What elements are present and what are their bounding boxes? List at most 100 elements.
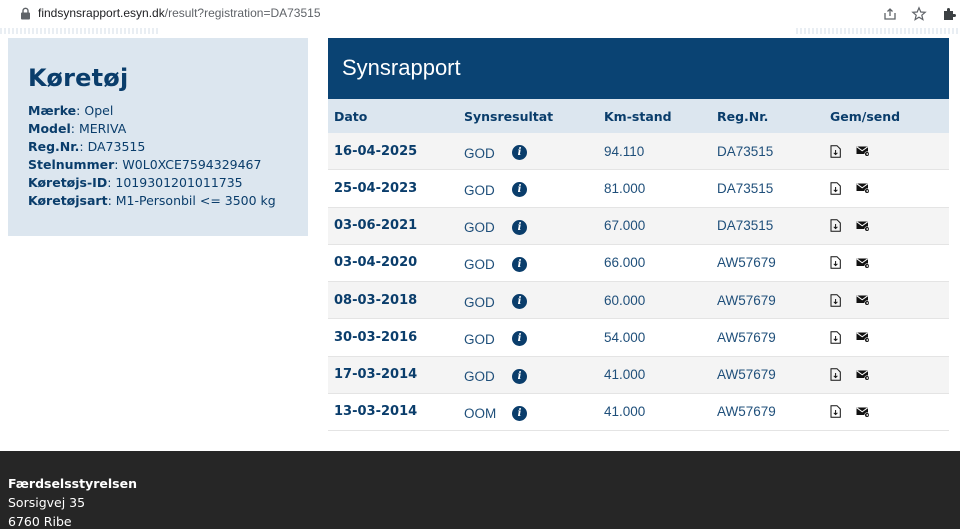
bookmark-star-icon[interactable]	[911, 6, 927, 22]
mail-send-icon[interactable]	[856, 294, 870, 306]
lock-icon	[21, 7, 30, 20]
vehicle-field-vin: Stelnummer: W0L0XCE7594329467	[28, 157, 262, 172]
table-row: 16-04-2025 GOD i 94.110 DA73515	[328, 133, 949, 171]
row-km: 66.000	[604, 255, 646, 271]
mail-send-icon[interactable]	[856, 406, 870, 418]
row-result: GOD	[464, 369, 495, 385]
row-reg: DA73515	[717, 143, 774, 159]
row-km: 67.000	[604, 218, 646, 234]
row-reg: AW57679	[717, 255, 776, 271]
table-row: 13-03-2014 OOM i 41.000 AW57679	[328, 393, 949, 431]
table-row: 03-06-2021 GOD i 67.000 DA73515	[328, 207, 949, 245]
mail-send-icon[interactable]	[856, 220, 870, 232]
report-title: Synsrapport	[328, 38, 949, 99]
decorative-hatch-left	[0, 28, 160, 34]
pdf-download-icon[interactable]	[830, 331, 841, 344]
footer-city: 6760 Ribe	[8, 514, 72, 529]
row-reg: AW57679	[717, 404, 776, 420]
row-result: GOD	[464, 294, 495, 310]
row-result-cell: GOD i	[464, 328, 604, 347]
row-actions	[830, 405, 949, 419]
pdf-download-icon[interactable]	[830, 182, 841, 195]
extensions-puzzle-icon[interactable]	[941, 6, 957, 22]
row-result: GOD	[464, 145, 495, 161]
row-km: 94.110	[604, 143, 645, 159]
mail-send-icon[interactable]	[856, 331, 870, 343]
col-reg: Reg.Nr.	[717, 108, 769, 124]
col-save-send: Gem/send	[830, 108, 901, 124]
row-result-cell: GOD i	[464, 216, 604, 235]
row-date[interactable]: 13-03-2014	[328, 404, 464, 419]
table-row: 25-04-2023 GOD i 81.000 DA73515	[328, 170, 949, 208]
row-date[interactable]: 03-04-2020	[328, 255, 464, 270]
vehicle-info-card: Køretøj Mærke: Opel Model: MERIVA Reg.Nr…	[8, 38, 308, 236]
row-actions	[830, 256, 949, 270]
url-path: /result?registration=DA73515	[164, 6, 321, 20]
table-row: 17-03-2014 GOD i 41.000 AW57679	[328, 356, 949, 394]
row-reg: DA73515	[717, 218, 774, 234]
mail-send-icon[interactable]	[856, 182, 870, 194]
report-table-header: Dato Synsresultat Km-stand Reg.Nr. Gem/s…	[328, 99, 949, 133]
report-table-body: 16-04-2025 GOD i 94.110 DA73515 25-04-2023 GOD…	[328, 133, 949, 431]
table-row: 03-04-2020 GOD i 66.000 AW57679	[328, 244, 949, 282]
pdf-download-icon[interactable]	[830, 368, 841, 381]
row-date[interactable]: 03-06-2021	[328, 218, 464, 233]
mail-send-icon[interactable]	[856, 145, 870, 157]
row-actions	[830, 293, 949, 307]
info-icon[interactable]: i	[512, 405, 527, 421]
pdf-download-icon[interactable]	[830, 256, 841, 270]
row-result: GOD	[464, 220, 495, 236]
info-icon[interactable]: i	[512, 331, 527, 347]
vehicle-field-make: Mærke: Opel	[28, 103, 114, 118]
pdf-download-icon[interactable]	[830, 219, 841, 232]
pdf-download-icon[interactable]	[830, 293, 841, 307]
pdf-download-icon[interactable]	[830, 144, 841, 158]
row-date[interactable]: 30-03-2016	[328, 330, 464, 345]
row-km: 41.000	[604, 367, 646, 383]
vehicle-field-registration: Reg.Nr.: DA73515	[28, 139, 146, 154]
row-reg: AW57679	[717, 367, 776, 383]
row-date[interactable]: 17-03-2014	[328, 367, 464, 382]
info-icon[interactable]: i	[512, 145, 527, 161]
url-host: findsynsrapport.esyn.dk	[38, 6, 165, 20]
pdf-download-icon[interactable]	[830, 405, 841, 419]
row-date[interactable]: 16-04-2025	[328, 144, 464, 159]
row-date[interactable]: 08-03-2018	[328, 293, 464, 308]
row-result-cell: GOD i	[464, 291, 604, 310]
vehicle-title: Køretøj	[28, 64, 129, 92]
info-icon[interactable]: i	[512, 294, 527, 310]
vehicle-field-model: Model: MERIVA	[28, 121, 127, 136]
share-icon[interactable]	[882, 6, 898, 22]
info-icon[interactable]: i	[512, 256, 527, 272]
vehicle-field-id: Køretøjs-ID: 1019301201011735	[28, 175, 243, 190]
row-actions	[830, 331, 949, 344]
footer: Færdselsstyrelsen Sorsigvej 35 6760 Ribe	[0, 451, 960, 529]
row-km: 81.000	[604, 180, 646, 196]
col-km: Km-stand	[604, 108, 672, 124]
browser-address-bar[interactable]: findsynsrapport.esyn.dk/result?registrat…	[0, 0, 960, 28]
row-actions	[830, 182, 949, 195]
row-result: GOD	[464, 182, 495, 198]
decorative-hatch-right	[796, 28, 960, 34]
row-actions	[830, 219, 949, 232]
row-date[interactable]: 25-04-2023	[328, 181, 464, 196]
mail-send-icon[interactable]	[856, 257, 870, 269]
info-icon[interactable]: i	[512, 368, 527, 384]
footer-org: Færdselsstyrelsen	[8, 476, 137, 491]
row-result-cell: GOD i	[464, 253, 604, 272]
mail-send-icon[interactable]	[856, 369, 870, 381]
url-text[interactable]: findsynsrapport.esyn.dk/result?registrat…	[38, 6, 321, 20]
row-km: 54.000	[604, 329, 646, 345]
inspection-report: Synsrapport Dato Synsresultat Km-stand R…	[328, 38, 949, 431]
vehicle-field-type: Køretøjsart: M1-Personbil <= 3500 kg	[28, 193, 276, 208]
info-icon[interactable]: i	[512, 182, 527, 198]
row-actions	[830, 144, 949, 158]
table-row: 30-03-2016 GOD i 54.000 AW57679	[328, 319, 949, 357]
row-km: 41.000	[604, 404, 646, 420]
info-icon[interactable]: i	[512, 219, 527, 235]
row-result: GOD	[464, 331, 495, 347]
table-row: 08-03-2018 GOD i 60.000 AW57679	[328, 282, 949, 320]
col-result: Synsresultat	[464, 108, 554, 124]
row-result-cell: GOD i	[464, 179, 604, 198]
footer-street: Sorsigvej 35	[8, 495, 86, 510]
